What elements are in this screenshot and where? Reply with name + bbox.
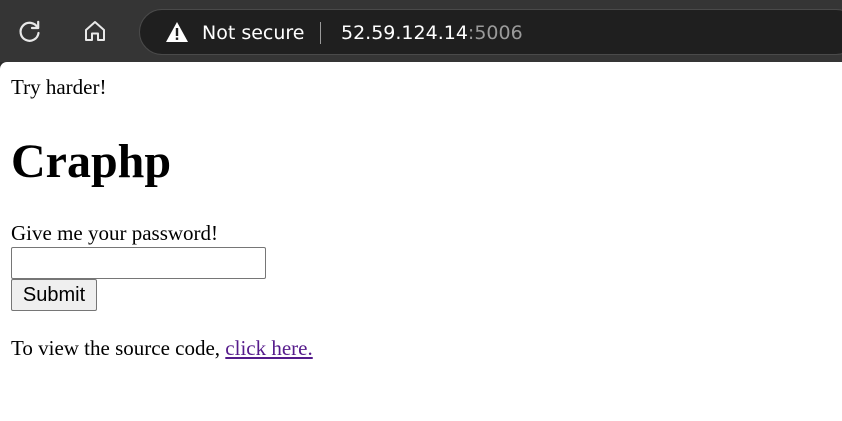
warning-triangle-icon[interactable] [165, 21, 189, 43]
source-code-link[interactable]: click here. [225, 336, 312, 360]
address-separator [320, 22, 321, 44]
source-code-text: To view the source code, [11, 336, 226, 360]
reload-button[interactable] [12, 13, 48, 49]
page-content: Try harder! Craphp Give me your password… [0, 62, 842, 421]
browser-toolbar: Not secure 52.59.124.14:5006 [0, 0, 842, 62]
password-input[interactable] [11, 247, 266, 279]
reload-icon [17, 18, 43, 44]
address-bar[interactable]: Not secure 52.59.124.14:5006 [139, 9, 842, 55]
home-icon [82, 18, 108, 44]
security-status-label[interactable]: Not secure [202, 21, 305, 45]
page-title: Craphp [11, 135, 172, 188]
submit-button[interactable]: Submit [11, 279, 97, 311]
url-port: :5006 [467, 22, 523, 44]
url-text[interactable]: 52.59.124.14:5006 [341, 21, 523, 45]
url-host: 52.59.124.14 [341, 22, 468, 44]
source-code-line: To view the source code, click here. [11, 335, 313, 361]
home-button[interactable] [77, 13, 113, 49]
status-message: Try harder! [11, 75, 107, 99]
password-prompt: Give me your password! [11, 221, 219, 245]
